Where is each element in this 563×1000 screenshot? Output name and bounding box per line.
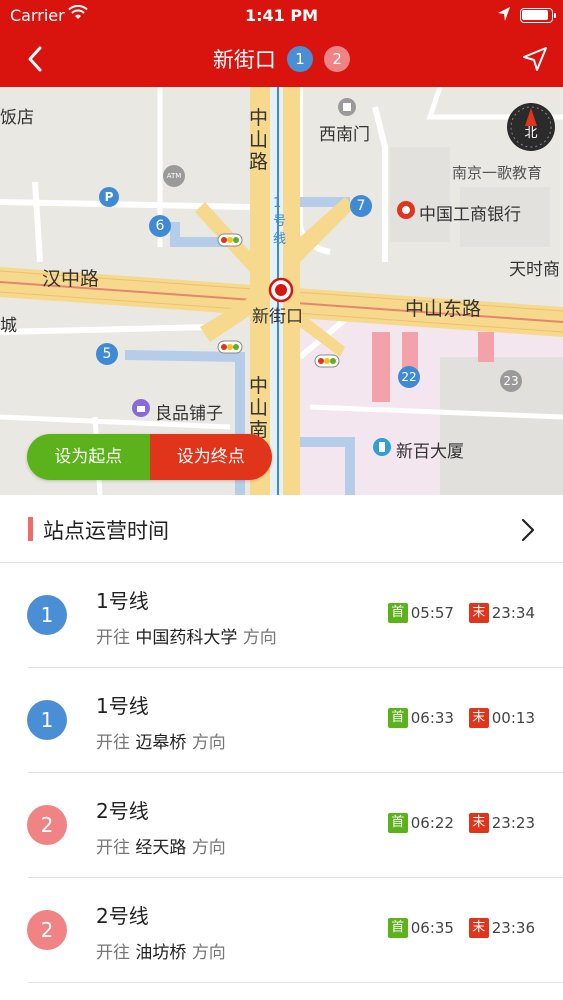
first-train-tag: 首 [387,813,408,833]
map-label-tianshi: 天时商 [509,260,560,280]
route-button-group: 设为起点 设为终点 [27,434,272,480]
direction-suffix: 方向 [242,628,277,648]
direction-suffix: 方向 [191,838,226,858]
first-train-tag: 首 [387,918,408,938]
map-label-zhongshan-road: 中山路 [249,107,269,173]
last-train-tag: 末 [468,918,489,938]
traffic-light-icon [314,354,340,368]
map-label-line1: 1号线 [273,196,287,247]
map-label-zhongshan-east-road: 中山东路 [405,298,482,320]
station-title: 新街口 [212,48,276,72]
last-train-tag: 末 [468,813,489,833]
direction-suffix: 方向 [191,733,226,753]
exit-7-marker: 7 [350,195,372,217]
direction-destination: 油坊桥 [135,943,187,963]
line-number-badge: 1 [27,595,67,635]
direction-prefix: 开往 [96,838,130,858]
shop-icon [132,399,150,417]
battery-icon [520,8,556,23]
map-label-department-store: 新百大厦 [396,442,464,462]
nav-bar: 新街口 1 2 [0,32,563,87]
map-label-bank: 中国工商银行 [419,205,521,225]
compass-label: 北 [524,126,537,141]
direction-destination: 中国药科大学 [135,628,238,648]
map-label-xinjiekou: 新街口 [252,307,303,327]
map-label-zhongshan-south: 中山南 [249,375,269,441]
compass-icon[interactable]: 北 [506,102,556,152]
direction-text: 开往 迈皋桥 方向 [96,728,226,753]
map-label-snack-shop: 良品铺子 [155,404,223,424]
operating-times: 首 06:35 末 23:36 [387,918,535,938]
building-icon [373,438,391,456]
direction-text: 开往 中国药科大学 方向 [96,623,277,648]
line-name: 2号线 [96,799,149,823]
direction-text: 开往 油坊桥 方向 [96,938,226,963]
last-train-tag: 末 [468,603,489,623]
traffic-light-icon [217,233,243,247]
last-train-tag: 末 [468,708,489,728]
line-row[interactable]: 1 1号线 开往 迈皋桥 方向 首 06:33 末 00:13 [0,668,563,773]
line-number-badge: 2 [27,910,67,950]
exit-6-marker: 6 [149,215,171,237]
nav-title-group: 新街口 1 2 [0,44,563,74]
direction-suffix: 方向 [191,943,226,963]
direction-destination: 经天路 [135,838,187,858]
exit-5-marker: 5 [96,343,118,365]
line-name: 1号线 [96,589,149,613]
clock: 1:41 PM [244,6,318,25]
map-label-hotel: 饭店 [0,108,34,128]
direction-text: 开往 经天路 方向 [96,833,226,858]
bank-icon [397,201,415,219]
map-label-hanzhong-road: 汉中路 [42,268,100,290]
set-end-button[interactable]: 设为终点 [149,434,272,480]
last-train-time: 23:36 [491,919,535,937]
map-label-city-fragment: 城 [0,316,17,336]
traffic-light-icon [217,340,243,354]
line-2-badge: 2 [324,46,351,72]
direction-prefix: 开往 [96,733,130,753]
row-divider [28,982,563,983]
parking-marker: P [99,187,119,207]
operating-times: 首 06:33 末 00:13 [387,708,535,728]
location-arrow-icon [498,7,510,21]
set-start-button[interactable]: 设为起点 [27,434,150,480]
line-name: 2号线 [96,904,149,928]
line-row[interactable]: 2 2号线 开往 经天路 方向 首 06:22 末 23:23 [0,773,563,878]
app-root: Carrier 1:41 PM 新街口 1 2 6 7 5 22 23 P AT… [0,0,563,1000]
bus-22-marker: 22 [398,366,420,388]
status-bar: Carrier 1:41 PM [0,0,563,32]
first-train-time: 06:33 [410,709,454,727]
line-name: 1号线 [96,694,149,718]
navigate-arrow-icon[interactable] [521,45,549,73]
operation-time-header[interactable]: 站点运营时间 [0,495,563,563]
metro-station-icon[interactable] [268,277,294,303]
direction-prefix: 开往 [96,628,130,648]
line-number-badge: 1 [27,700,67,740]
chevron-right-icon[interactable] [519,517,537,543]
last-train-time: 23:23 [491,814,535,832]
line-row[interactable]: 1 1号线 开往 中国药科大学 方向 首 05:57 末 23:34 [0,563,563,668]
operating-times: 首 05:57 末 23:34 [387,603,535,623]
direction-destination: 迈皋桥 [135,733,187,753]
last-train-time: 00:13 [491,709,535,727]
map-view[interactable]: 6 7 5 22 23 P ATM 饭店 中山路 西南门 南京一歌教育 1号线 … [0,87,563,495]
first-train-tag: 首 [387,708,408,728]
atm-marker: ATM [163,165,185,187]
first-train-time: 06:22 [410,814,454,832]
line-1-badge: 1 [287,46,313,72]
line-row[interactable]: 2 2号线 开往 油坊桥 方向 首 06:35 末 23:36 [0,878,563,983]
first-train-time: 05:57 [410,604,454,622]
direction-prefix: 开往 [96,943,130,963]
first-train-time: 06:35 [410,919,454,937]
operating-times: 首 06:22 末 23:23 [387,813,535,833]
section-title: 站点运营时间 [43,519,169,543]
last-train-time: 23:34 [491,604,535,622]
map-label-ximennan: 西南门 [319,125,370,145]
map-label-education: 南京一歌教育 [452,164,543,182]
line-number-badge: 2 [27,805,67,845]
first-train-tag: 首 [387,603,408,623]
ximen-icon [338,98,356,116]
section-marker [28,517,33,541]
bus-23-marker: 23 [500,370,522,392]
